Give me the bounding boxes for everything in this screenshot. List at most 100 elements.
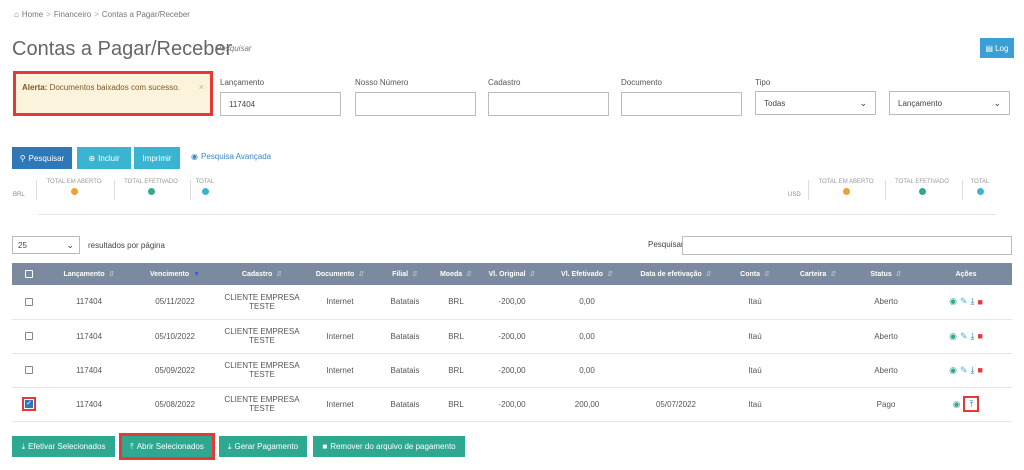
breadcrumb-separator: >	[94, 10, 99, 19]
cell-original: -200,00	[476, 285, 548, 320]
select-all-header[interactable]	[12, 263, 46, 285]
cadastro-line: CLIENTE EMPRESA	[224, 361, 300, 370]
col-documento[interactable]: Documento ⇵	[306, 263, 374, 285]
lancamento-label: Lançamento	[220, 78, 265, 87]
efetivar-selecionados-button[interactable]: ⤓ Efetivar Selecionados	[12, 436, 115, 457]
lancamento-input[interactable]: 117404	[220, 92, 341, 116]
select-all-checkbox[interactable]	[25, 270, 33, 278]
cell-data	[626, 353, 726, 388]
plus-circle-icon[interactable]	[842, 188, 850, 195]
col-acoes: Ações	[920, 263, 1012, 285]
cell-moeda: BRL	[436, 285, 476, 320]
col-moeda[interactable]: Moeda ⇵	[436, 263, 476, 285]
cell-cadastro: CLIENTE EMPRESA TESTE	[218, 353, 306, 388]
cell-lancamento: 117404	[46, 285, 132, 320]
row-checkbox[interactable]	[25, 298, 33, 307]
row-checkbox[interactable]	[25, 332, 33, 341]
plus-circle-icon[interactable]	[201, 188, 209, 195]
order-select-value: Lançamento	[898, 98, 943, 108]
chevron-down-icon: ⌄	[859, 97, 867, 108]
cell-conta: Itaú	[726, 387, 784, 422]
edit-icon[interactable]: ✎	[960, 331, 968, 342]
col-carteira[interactable]: Carteira ⇵	[784, 263, 852, 285]
download-icon[interactable]: ⤓	[970, 296, 974, 307]
remover-arquivo-button[interactable]: ■ Remover do arquivo de pagamento	[313, 436, 465, 457]
documento-input[interactable]	[621, 92, 742, 116]
incluir-button[interactable]: ⊕ Incluir	[77, 147, 131, 169]
col-efetivado[interactable]: Vl. Efetivado ⇵	[548, 263, 626, 285]
row-checkbox-checked[interactable]: ✓	[22, 397, 36, 411]
col-status[interactable]: Status ⇵	[852, 263, 920, 285]
cell-acoes: ◉ ✎ ⤓ ■	[920, 319, 1012, 354]
table-row: ✓ 117404 05/08/2022 CLIENTE EMPRESA TESTE…	[12, 387, 1012, 422]
cell-efetivado: 0,00	[548, 353, 626, 388]
sort-icon: ⇵	[529, 271, 536, 278]
eye-icon[interactable]: ◉	[949, 331, 957, 342]
plus-circle-icon[interactable]	[976, 188, 984, 195]
total-label: TOTAL	[195, 179, 215, 185]
plus-circle-icon[interactable]	[70, 188, 78, 195]
col-lancamento[interactable]: Lançamento ⇵	[46, 263, 132, 285]
col-data-efetivacao[interactable]: Data de efetivação ⇵	[626, 263, 726, 285]
pesquisa-avancada-link[interactable]: ◉ Pesquisa Avançada	[191, 152, 271, 161]
eye-icon[interactable]: ◉	[953, 399, 961, 410]
table-search-input[interactable]	[682, 236, 1012, 255]
col-documento-label: Documento	[315, 271, 355, 278]
upload-icon[interactable]: ⤒	[963, 396, 980, 412]
download-icon[interactable]: ⤓	[970, 331, 974, 342]
cell-lancamento: 117404	[46, 353, 132, 388]
row-checkbox[interactable]	[25, 366, 33, 375]
col-original[interactable]: Vl. Original ⇵	[476, 263, 548, 285]
cell-documento: Internet	[306, 387, 374, 422]
gerar-pagamento-button[interactable]: ⤓ Gerar Pagamento	[219, 436, 307, 457]
row-select[interactable]: ✓	[12, 387, 46, 422]
pesquisar-button[interactable]: ⚲ Pesquisar	[12, 147, 72, 169]
cell-acoes: ◉ ⤒	[920, 387, 1012, 422]
page-size-select[interactable]: 25 ⌄	[12, 236, 80, 254]
row-select[interactable]	[12, 285, 46, 320]
close-icon[interactable]: ×	[199, 82, 204, 93]
breadcrumb-financeiro[interactable]: Financeiro	[54, 10, 91, 19]
imprimir-button[interactable]: Imprimir	[134, 147, 180, 169]
abrir-selecionados-button[interactable]: ⤒ Abrir Selecionados	[119, 433, 215, 460]
home-icon[interactable]: ⌂	[14, 10, 19, 19]
cell-filial: Batatais	[374, 319, 436, 354]
edit-icon[interactable]: ✎	[960, 296, 968, 307]
plus-circle-icon[interactable]	[147, 188, 155, 195]
trash-icon: ■	[322, 442, 328, 451]
download-icon[interactable]: ⤓	[970, 365, 974, 376]
edit-icon[interactable]: ✎	[960, 365, 968, 376]
cell-carteira	[784, 285, 852, 320]
log-button[interactable]: ▤ Log	[980, 38, 1014, 58]
col-filial[interactable]: Filial ⇵	[374, 263, 436, 285]
sort-icon: ⇵	[830, 271, 837, 278]
imprimir-button-label: Imprimir	[142, 153, 172, 163]
breadcrumb-home[interactable]: Home	[22, 10, 43, 19]
eye-icon[interactable]: ◉	[949, 296, 957, 307]
row-select[interactable]	[12, 319, 46, 354]
plus-circle-icon: ⊕	[88, 153, 96, 163]
col-moeda-label: Moeda	[439, 271, 463, 278]
cell-filial: Batatais	[374, 387, 436, 422]
row-select[interactable]	[12, 353, 46, 388]
breadcrumb: ⌂ Home > Financeiro > Contas a Pagar/Rec…	[14, 10, 190, 19]
nosso-numero-input[interactable]	[355, 92, 476, 116]
remover-label: Remover do arquivo de pagamento	[330, 442, 456, 451]
cell-lancamento: 117404	[46, 319, 132, 354]
plus-circle-icon[interactable]	[918, 188, 926, 195]
search-icon: ⚲	[19, 153, 26, 163]
eye-icon[interactable]: ◉	[949, 365, 957, 376]
tipo-select[interactable]: Todas ⌄	[755, 91, 876, 115]
trash-icon[interactable]: ■	[977, 297, 982, 307]
pesquisa-avancada-label: Pesquisa Avançada	[200, 152, 272, 161]
currency-usd: USD	[788, 192, 801, 198]
trash-icon[interactable]: ■	[977, 365, 982, 375]
col-cadastro[interactable]: Cadastro ⇵	[218, 263, 306, 285]
col-vencimento[interactable]: Vencimento ▼	[132, 263, 218, 285]
pesquisar-link[interactable]: Pesquisar	[216, 44, 252, 53]
order-select[interactable]: Lançamento ⌄	[889, 91, 1010, 115]
chevron-down-icon: ⌄	[66, 239, 74, 250]
cadastro-input[interactable]	[488, 92, 609, 116]
col-conta[interactable]: Conta ⇵	[726, 263, 784, 285]
trash-icon[interactable]: ■	[977, 331, 982, 341]
